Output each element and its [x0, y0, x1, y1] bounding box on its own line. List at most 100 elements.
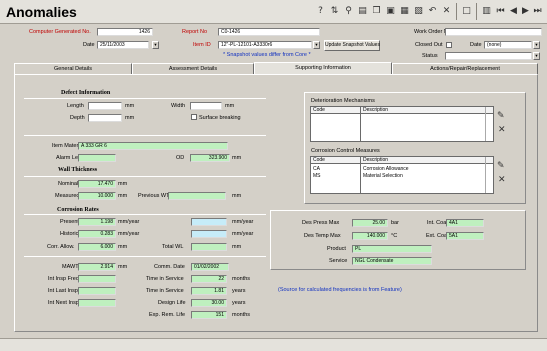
filter-icon[interactable]: ⚲ [342, 5, 355, 18]
previous-wt-label: Previous WT [138, 193, 170, 199]
report-no-field[interactable]: C0-1426 [218, 28, 320, 36]
present-unit: mm/year [118, 219, 140, 225]
date-field[interactable]: 25/11/2003 [97, 41, 149, 49]
report-icon[interactable]: ▦ [398, 5, 411, 18]
depth-field[interactable] [88, 114, 122, 122]
new-icon[interactable]: □ [460, 5, 473, 18]
corr-allow-label: Corr. Allow. [47, 244, 75, 250]
attach-icon[interactable]: ▧ [412, 5, 425, 18]
ext-coat-field[interactable]: 5A1 [446, 232, 484, 240]
tab-assessment-details[interactable]: Assessment Details [132, 63, 254, 74]
time-in-service-years-field[interactable]: 1.81 [191, 287, 227, 295]
first-icon[interactable]: ⏮ [494, 5, 507, 18]
column-header-code[interactable]: Code [313, 157, 325, 163]
undo-icon[interactable]: ↶ [426, 5, 439, 18]
last-icon[interactable]: ⏭ [531, 5, 544, 18]
des-temp-field[interactable]: 140.000 [352, 232, 388, 240]
des-press-unit: bar [391, 220, 399, 226]
divider [24, 135, 266, 136]
scrollbar[interactable] [485, 157, 486, 193]
previous-wt-field[interactable] [168, 192, 226, 200]
int-insp-freq-field[interactable] [78, 275, 116, 283]
mawt-field[interactable]: 2.914 [78, 263, 116, 271]
column-header-description[interactable]: Description [363, 107, 388, 113]
help-icon[interactable]: ? [314, 5, 327, 18]
update-snapshot-button[interactable]: Update Snapshot Values [324, 40, 380, 51]
int-last-insp-field[interactable] [78, 287, 116, 295]
save-icon[interactable]: ▥ [480, 5, 493, 18]
nominal-field[interactable]: 17.470 [78, 180, 116, 188]
design-life-field[interactable]: 30.00 [191, 299, 227, 307]
sort-icon[interactable]: ⇅ [328, 5, 341, 18]
column-header-code[interactable]: Code [313, 107, 325, 113]
historic-right-field[interactable] [191, 230, 227, 238]
delete-icon[interactable]: ✕ [498, 126, 506, 135]
des-press-label: Des Press Max [302, 220, 340, 226]
alarm-level-field[interactable] [78, 154, 116, 162]
product-field[interactable]: PL [352, 245, 432, 253]
tab-supporting-information[interactable]: Supporting Information [254, 62, 392, 74]
mawt-unit: mm [118, 264, 128, 270]
depth-label: Depth [70, 115, 85, 121]
status-field[interactable] [445, 52, 532, 60]
corrosion-control-table[interactable]: Code Description CA Corrosion Allowance … [310, 156, 494, 194]
divider [24, 176, 266, 177]
measured-field[interactable]: 10.000 [78, 192, 116, 200]
row-code[interactable]: MS [313, 173, 321, 179]
exp-rem-life-field[interactable]: 151 [191, 311, 227, 319]
date-dropdown-icon[interactable]: ▼ [152, 41, 159, 49]
present-right-unit: mm/year [232, 219, 254, 225]
item-id-field[interactable]: 12"-PL-12101-A3330r6 [218, 41, 312, 49]
status-dropdown-icon[interactable]: ▼ [533, 52, 540, 60]
delete-icon[interactable]: ✕ [498, 176, 506, 185]
defect-info-heading: Defect Information [61, 90, 111, 96]
corr-allow-field[interactable]: 6.000 [78, 243, 116, 251]
int-next-insp-label: Int Next Insp [48, 300, 79, 306]
deterioration-title: Deterioration Mechanisms [311, 98, 375, 104]
close-icon[interactable]: ✕ [440, 5, 453, 18]
copy-icon[interactable]: ❐ [370, 5, 383, 18]
time-in-service-years-unit: years [232, 288, 246, 294]
deterioration-table[interactable]: Code Description [310, 106, 494, 142]
work-order-field[interactable] [445, 28, 542, 36]
computer-no-label: Computer Generated No. [29, 29, 91, 35]
toolbar-separator [476, 3, 477, 20]
item-id-dropdown-icon[interactable]: ▼ [313, 41, 320, 49]
paste-icon[interactable]: ▣ [384, 5, 397, 18]
divider [24, 98, 266, 99]
row-description[interactable]: Material Selection [363, 173, 403, 179]
des-press-field[interactable]: 25.00 [352, 219, 388, 227]
mawt-label: MAWT [62, 264, 79, 270]
row-description[interactable]: Corrosion Allowance [363, 166, 409, 172]
tab-general-details[interactable]: General Details [14, 63, 132, 74]
surface-breaking-checkbox[interactable] [191, 114, 197, 120]
deterioration-header: Code Description [311, 107, 493, 114]
row-code[interactable]: CA [313, 166, 320, 172]
closed-date-dropdown-icon[interactable]: ▼ [533, 41, 540, 49]
service-field[interactable]: NGL Condensate [352, 257, 432, 265]
length-field[interactable] [88, 102, 122, 110]
edit-icon[interactable]: ✎ [497, 162, 505, 171]
print-icon[interactable]: ▤ [356, 5, 369, 18]
closed-date-field[interactable]: (none) [484, 41, 532, 49]
od-field[interactable]: 323.900 [190, 154, 230, 162]
column-header-description[interactable]: Description [363, 157, 388, 163]
item-material-field[interactable]: A 333 GR 6 [78, 142, 228, 150]
present-field[interactable]: 1.198 [78, 218, 116, 226]
historic-field[interactable]: 0.283 [78, 230, 116, 238]
corrosion-control-title: Corrosion Control Measures [311, 148, 380, 154]
closed-out-checkbox[interactable] [446, 42, 452, 48]
nominal-unit: mm [118, 181, 128, 187]
int-coat-field[interactable]: 4A1 [446, 219, 484, 227]
present-right-field[interactable] [191, 218, 227, 226]
scrollbar[interactable] [485, 107, 486, 141]
tab-actions-repair-replacement[interactable]: Actions/Repair/Replacement [392, 63, 538, 74]
total-wl-field[interactable] [191, 243, 227, 251]
edit-icon[interactable]: ✎ [497, 112, 505, 121]
int-next-insp-field[interactable] [78, 299, 116, 307]
wall-thickness-heading: Wall Thickness [58, 167, 98, 173]
width-field[interactable] [190, 102, 222, 110]
comm-date-field[interactable]: 01/02/2002 [191, 263, 229, 271]
time-in-service-field[interactable]: 22 [191, 275, 227, 283]
computer-no-field[interactable]: 1426 [97, 28, 153, 36]
